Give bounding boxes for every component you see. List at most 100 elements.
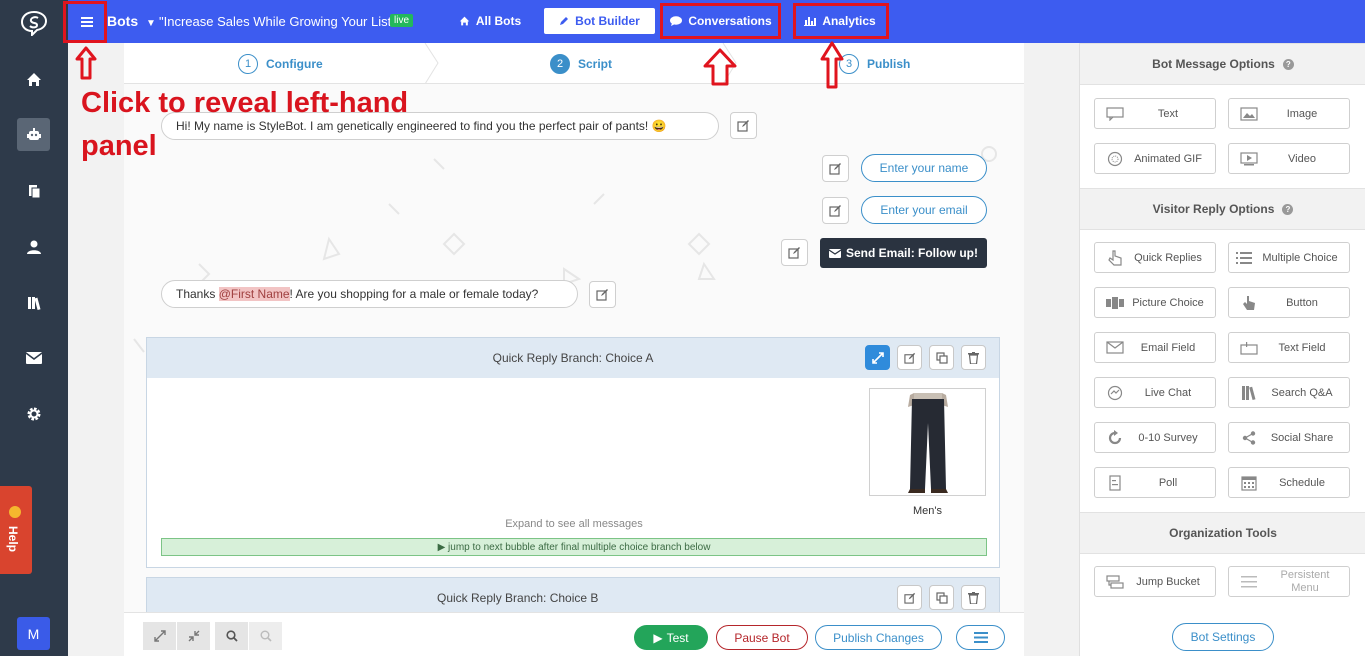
home-icon[interactable] [17, 63, 50, 96]
library-icon[interactable] [17, 286, 50, 319]
bot-settings-button[interactable]: Bot Settings [1172, 623, 1274, 651]
option-search-qa[interactable]: Search Q&A [1228, 377, 1350, 408]
app-logo-icon[interactable] [20, 10, 48, 36]
option-text[interactable]: Text [1094, 98, 1216, 129]
option-button[interactable]: Button [1228, 287, 1350, 318]
annotation-arrow-up-icon [820, 41, 844, 89]
video-icon [1237, 150, 1261, 168]
option-survey[interactable]: 0-10 Survey [1094, 422, 1216, 453]
step-label: Publish [867, 57, 911, 71]
clipboard-icon[interactable] [17, 174, 50, 207]
option-image[interactable]: Image [1228, 98, 1350, 129]
expand-all-icon[interactable] [143, 622, 176, 650]
edit-icon[interactable] [897, 585, 922, 610]
user-icon[interactable] [17, 230, 50, 263]
text-field-icon [1237, 339, 1261, 357]
question-suffix: ! Are you shopping for a male or female … [289, 287, 539, 301]
option-label: Live Chat [1144, 386, 1192, 399]
expand-messages-text[interactable]: Expand to see all messages [147, 518, 1001, 530]
bots-dropdown[interactable]: Bots ▼ [107, 13, 156, 29]
annotation-box-conversations [660, 3, 781, 39]
bot-question-bubble[interactable]: Thanks @First Name ! Are you shopping fo… [161, 280, 578, 308]
option-schedule[interactable]: Schedule [1228, 467, 1350, 498]
play-icon: ▶ [653, 630, 663, 645]
bottom-toolbar: ▶ Test Pause Bot Publish Changes [124, 612, 1024, 656]
product-card-mens[interactable] [869, 388, 986, 496]
option-label: Poll [1158, 476, 1178, 489]
expand-icon[interactable] [865, 345, 890, 370]
option-email-field[interactable]: Email Field [1094, 332, 1216, 363]
send-email-label: Send Email: Follow up! [846, 246, 978, 260]
copy-icon[interactable] [929, 345, 954, 370]
option-jump-bucket[interactable]: Jump Bucket [1094, 566, 1216, 597]
caret-down-icon: ▼ [146, 18, 156, 29]
option-video[interactable]: Video [1228, 143, 1350, 174]
option-picture-choice[interactable]: Picture Choice [1094, 287, 1216, 318]
mail-icon[interactable] [17, 341, 50, 374]
envelope-icon [829, 248, 841, 258]
bottom-menu-icon[interactable] [956, 625, 1005, 650]
calendar-icon [1237, 474, 1261, 492]
gear-icon[interactable] [17, 397, 50, 430]
bot-builder-button[interactable]: Bot Builder [544, 8, 655, 34]
wizard-steps: 1 Configure 2 Script 3 Publish [124, 43, 1024, 84]
all-bots-button[interactable]: All Bots [452, 8, 528, 34]
jump-bar[interactable]: ▶ jump to next bubble after final multip… [161, 538, 987, 556]
envelope-icon [1103, 339, 1127, 357]
edit-icon[interactable] [730, 112, 757, 139]
copy-icon[interactable] [929, 585, 954, 610]
pause-bot-button[interactable]: Pause Bot [716, 625, 808, 650]
organization-tools-header: Organization Tools [1080, 512, 1365, 554]
home-icon [459, 16, 470, 26]
help-label: Help [6, 526, 20, 553]
help-icon[interactable]: ? [1282, 203, 1294, 215]
option-label: Search Q&A [1271, 386, 1333, 399]
product-label: Men's [913, 505, 942, 517]
option-quick-replies[interactable]: Quick Replies [1094, 242, 1216, 273]
bots-label: Bots [107, 13, 139, 29]
email-field[interactable]: Enter your email [861, 196, 987, 224]
poll-icon [1103, 474, 1127, 492]
jump-bucket-icon [1103, 573, 1127, 591]
account-avatar[interactable]: M [17, 617, 50, 650]
option-text-field[interactable]: Text Field [1228, 332, 1350, 363]
option-multiple-choice[interactable]: Multiple Choice [1228, 242, 1350, 273]
bot-icon[interactable] [17, 118, 50, 151]
menu-lines-icon [1237, 573, 1261, 591]
zoom-in-icon[interactable] [249, 622, 282, 650]
help-tab[interactable]: Help [0, 486, 32, 574]
refresh-icon [1103, 429, 1127, 447]
trash-icon[interactable] [961, 345, 986, 370]
option-live-chat[interactable]: Live Chat [1094, 377, 1216, 408]
left-sidebar: Help M [0, 0, 68, 656]
edit-icon[interactable] [781, 239, 808, 266]
edit-icon[interactable] [897, 345, 922, 370]
help-icon[interactable]: ? [1282, 58, 1294, 70]
name-field[interactable]: Enter your name [861, 154, 987, 182]
collapse-all-icon[interactable] [177, 622, 210, 650]
step-label: Configure [266, 57, 323, 71]
option-persistent-menu[interactable]: Persistent Menu [1228, 566, 1350, 597]
trash-icon[interactable] [961, 585, 986, 610]
edit-icon[interactable] [822, 197, 849, 224]
send-email-action[interactable]: Send Email: Follow up! [820, 238, 987, 268]
pants-image [908, 393, 948, 493]
picture-choice-icon [1103, 294, 1127, 312]
option-label: Social Share [1270, 431, 1334, 444]
zoom-out-icon[interactable] [215, 622, 248, 650]
image-icon [1237, 105, 1261, 123]
step-configure[interactable]: 1 Configure [238, 54, 323, 74]
bot-builder-label: Bot Builder [575, 14, 640, 28]
option-animated-gif[interactable]: Animated GIF [1094, 143, 1216, 174]
test-label: Test [666, 630, 689, 645]
status-badge: live [390, 14, 414, 27]
step-script[interactable]: 2 Script [550, 54, 612, 74]
option-poll[interactable]: Poll [1094, 467, 1216, 498]
edit-icon[interactable] [822, 155, 849, 182]
pointer-icon [1103, 249, 1127, 267]
option-social-share[interactable]: Social Share [1228, 422, 1350, 453]
test-button[interactable]: ▶ Test [634, 625, 708, 650]
edit-icon[interactable] [589, 281, 616, 308]
publish-changes-button[interactable]: Publish Changes [815, 625, 942, 650]
step-publish[interactable]: 3 Publish [839, 54, 910, 74]
